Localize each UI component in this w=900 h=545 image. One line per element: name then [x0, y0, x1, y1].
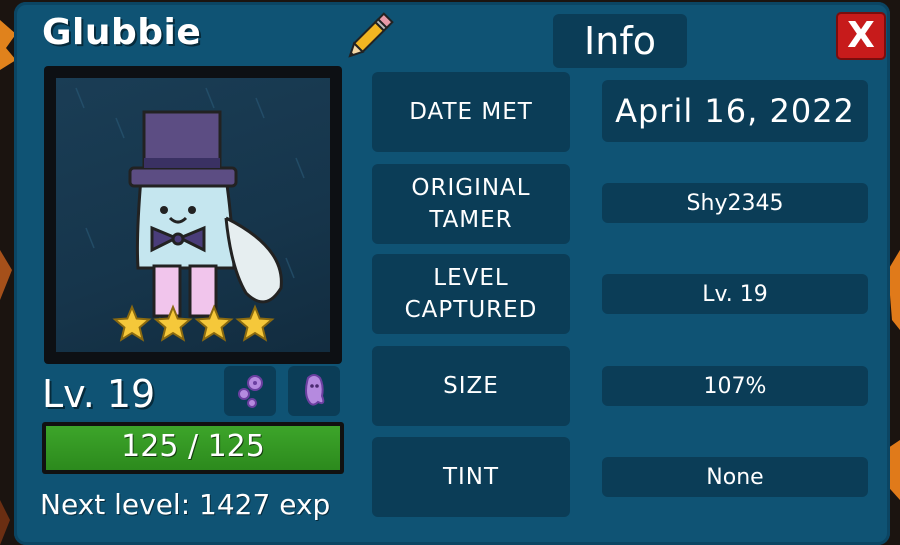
close-button[interactable]: X [836, 12, 886, 60]
value-level-captured: Lv. 19 [602, 274, 868, 314]
label-original-tamer: ORIGINAL TAMER [372, 164, 570, 244]
value-original-tamer: Shy2345 [602, 183, 868, 223]
bubbles-icon [238, 375, 263, 408]
ability-button-ghost[interactable] [288, 366, 340, 416]
pet-level: Lv. 19 [42, 372, 156, 416]
label-level-captured: LEVEL CAPTURED [372, 254, 570, 334]
star-icon [235, 304, 275, 342]
star-rating [112, 304, 275, 342]
value-date-met: April 16, 2022 [602, 80, 868, 142]
label-date-met: DATE MET [372, 72, 570, 152]
pet-portrait [44, 66, 342, 364]
ghost-icon [305, 374, 325, 406]
tab-info[interactable]: Info [553, 14, 687, 68]
pencil-icon[interactable] [340, 8, 398, 66]
value-tint: None [602, 457, 868, 497]
value-size: 107% [602, 366, 868, 406]
star-icon [194, 304, 234, 342]
label-size: SIZE [372, 346, 570, 426]
star-icon [112, 304, 152, 342]
pet-name: Glubbie [42, 12, 202, 53]
star-icon [153, 304, 193, 342]
hp-text: 125 / 125 [121, 429, 265, 464]
label-tint: TINT [372, 437, 570, 517]
next-level-exp: Next level: 1427 exp [40, 488, 331, 521]
hp-bar: 125 / 125 [42, 422, 344, 474]
ability-button-bubbles[interactable] [224, 366, 276, 416]
